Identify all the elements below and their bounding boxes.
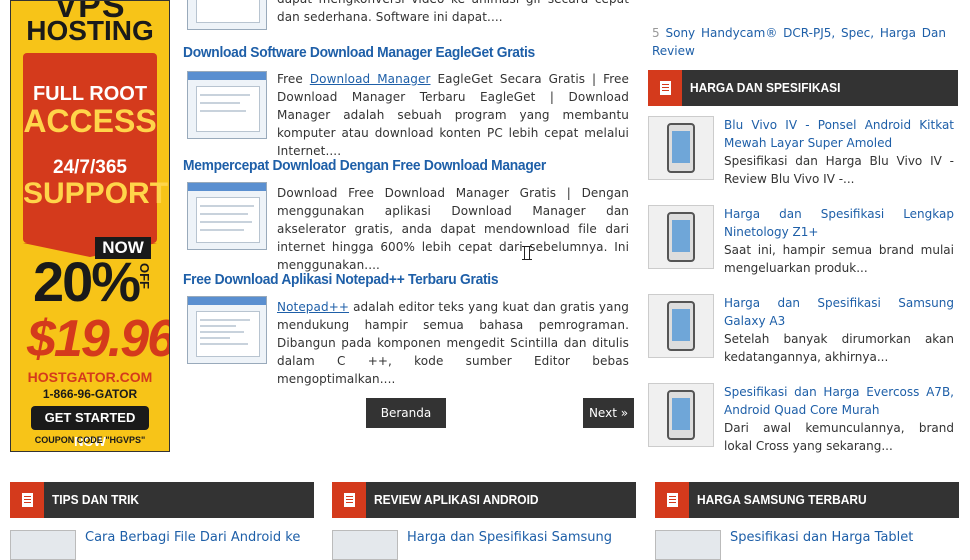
post-thumbnail[interactable] — [187, 71, 267, 139]
post-title-link[interactable]: Harga dan Spesifikasi Samsung — [407, 529, 635, 547]
post-excerpt: Free Download Manager EagleGet Secara Gr… — [277, 72, 630, 158]
post-item: dapat mengkonversi video ke animasi gif … — [183, 0, 629, 30]
list-number: 5 — [652, 26, 660, 40]
ad-hours: 24/7/365 — [53, 157, 127, 178]
spec-desc: Dari awal kemunculannya, brand lokal Cro… — [724, 421, 954, 453]
download-manager-link[interactable]: Download Manager — [310, 72, 431, 86]
widget-header-review: REVIEW APLIKASI ANDROID — [332, 482, 636, 518]
list-item: Harga dan Spesifikasi Lengkap Ninetology… — [648, 205, 954, 285]
document-icon — [10, 482, 44, 518]
post-thumbnail[interactable] — [187, 182, 267, 250]
list-item: Blu Vivo IV - Ponsel Android Kitkat Mewa… — [648, 116, 954, 196]
home-page-button[interactable]: Beranda — [366, 398, 446, 428]
spec-desc: Saat ini, hampir semua brand mulai menge… — [724, 243, 954, 275]
spec-title-link[interactable]: Harga dan Spesifikasi Samsung Galaxy A3 — [724, 294, 954, 330]
next-page-button[interactable]: Next » — [583, 398, 634, 428]
widget-header-harga: HARGA DAN SPESIFIKASI — [648, 70, 958, 106]
ad-red-badge: FULL ROOT ACCESS 24/7/365 SUPPORT — [23, 53, 169, 257]
widget-title: TIPS DAN TRIK — [52, 492, 140, 507]
phone-thumbnail[interactable] — [648, 116, 714, 180]
sidebar-top-link-text: Sony Handycam® DCR-PJ5, Spec, Harga Dan … — [652, 26, 946, 58]
spec-title-link[interactable]: Spesifikasi dan Harga Evercoss A7B, Andr… — [724, 383, 954, 419]
text-cursor-icon — [522, 246, 532, 260]
widget-header-samsung: HARGA SAMSUNG TERBARU — [655, 482, 959, 518]
phone-thumbnail[interactable] — [648, 205, 714, 269]
widget-title: REVIEW APLIKASI ANDROID — [374, 492, 539, 507]
phone-thumbnail[interactable] — [648, 383, 714, 447]
ad-off: OFF — [137, 263, 152, 289]
post-item: Download Software Download Manager Eagle… — [183, 43, 629, 158]
sidebar-top-link[interactable]: 5 Sony Handycam® DCR-PJ5, Spec, Harga Da… — [652, 24, 946, 60]
post-item: Mempercepat Download Dengan Free Downloa… — [183, 156, 629, 272]
post-title-link[interactable]: Free Download Aplikasi Notepad++ Terbaru… — [183, 270, 593, 290]
ad-coupon: COUPON CODE "HGVPS" — [34, 435, 146, 445]
widget-title: HARGA SAMSUNG TERBARU — [697, 492, 867, 507]
spec-desc: Setelah banyak dirumorkan akan kedatanga… — [724, 332, 954, 364]
widget-title: HARGA DAN SPESIFIKASI — [690, 80, 841, 95]
document-icon — [332, 482, 366, 518]
post-thumbnail[interactable] — [187, 0, 267, 30]
ad-domain: HOSTGATOR.COM — [27, 369, 153, 385]
post-title-link[interactable]: Spesifikasi dan Harga Tablet — [730, 529, 958, 547]
ad-get-started-button[interactable]: GET STARTED NOW — [31, 406, 149, 449]
post-title-link[interactable]: Cara Berbagi File Dari Android ke — [85, 529, 313, 547]
document-icon — [648, 70, 682, 106]
phone-thumbnail[interactable] — [648, 294, 714, 358]
ad-percent: 20% — [33, 250, 141, 313]
ad-support: SUPPORT — [23, 177, 169, 210]
ad-access: ACCESS — [23, 103, 157, 139]
hostgator-ad-banner[interactable]: VPS HOSTING FULL ROOT ACCESS 24/7/365 SU… — [10, 0, 170, 452]
spec-desc: Spesifikasi dan Harga Blu Vivo IV - Revi… — [724, 154, 954, 186]
list-item: Harga dan Spesifikasi Samsung Galaxy A3 … — [648, 294, 954, 374]
post-item: Free Download Aplikasi Notepad++ Terbaru… — [183, 270, 629, 386]
post-title-link[interactable]: Download Software Download Manager Eagle… — [183, 43, 593, 63]
document-icon — [655, 482, 689, 518]
ad-price: $19.96 — [27, 310, 170, 368]
ad-hosting-text: HOSTING — [26, 15, 154, 46]
notepad-link[interactable]: Notepad++ — [277, 300, 349, 314]
post-thumbnail[interactable] — [332, 530, 398, 560]
spec-title-link[interactable]: Blu Vivo IV - Ponsel Android Kitkat Mewa… — [724, 116, 954, 152]
post-excerpt: Download Free Download Manager Gratis | … — [277, 186, 629, 272]
post-excerpt: Notepad++ adalah editor teks yang kuat d… — [277, 300, 629, 386]
widget-header-tips: TIPS DAN TRIK — [10, 482, 314, 518]
post-title-link[interactable]: Mempercepat Download Dengan Free Downloa… — [183, 156, 593, 176]
spec-title-link[interactable]: Harga dan Spesifikasi Lengkap Ninetology… — [724, 205, 954, 241]
list-item: Spesifikasi dan Harga Evercoss A7B, Andr… — [648, 383, 954, 463]
post-thumbnail[interactable] — [10, 530, 76, 560]
post-thumbnail[interactable] — [655, 530, 721, 560]
post-thumbnail[interactable] — [187, 296, 267, 364]
post-excerpt: dapat mengkonversi video ke animasi gif … — [277, 0, 629, 24]
ad-phone: 1-866-96-GATOR — [42, 387, 138, 401]
